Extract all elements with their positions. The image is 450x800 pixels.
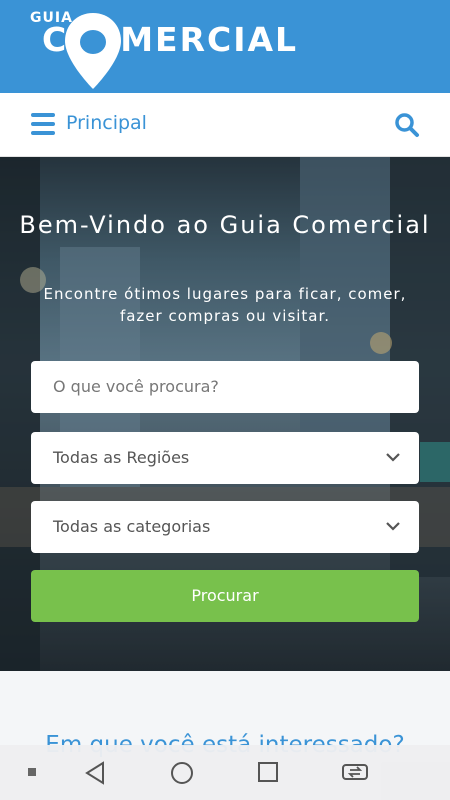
hero-title: Bem-Vindo ao Guia Comercial bbox=[19, 211, 431, 239]
navigation-bar: Principal bbox=[0, 93, 450, 157]
search-field[interactable] bbox=[31, 361, 419, 413]
region-select[interactable]: Todas as Regiões bbox=[31, 432, 419, 484]
category-select[interactable]: Todas as categorias bbox=[31, 501, 419, 553]
dot-icon[interactable] bbox=[27, 767, 37, 777]
chevron-down-icon bbox=[386, 522, 400, 531]
chevron-down-icon bbox=[386, 453, 400, 462]
home-icon[interactable] bbox=[170, 761, 194, 785]
map-pin-icon bbox=[65, 13, 121, 89]
system-navigation-bar bbox=[0, 745, 450, 800]
hero-subtitle: Encontre ótimos lugares para ficar, come… bbox=[43, 285, 407, 325]
switch-apps-icon[interactable] bbox=[341, 761, 369, 783]
hamburger-menu-icon[interactable] bbox=[31, 113, 55, 135]
back-icon[interactable] bbox=[84, 761, 106, 785]
nav-principal-link[interactable]: Principal bbox=[66, 112, 147, 134]
recents-icon[interactable] bbox=[257, 761, 279, 783]
hero-section: Bem-Vindo ao Guia Comercial Encontre óti… bbox=[0, 157, 450, 671]
site-logo[interactable]: GUIA C MERCIAL bbox=[30, 6, 296, 89]
region-select-value: Todas as Regiões bbox=[53, 448, 190, 467]
brand-header: GUIA C MERCIAL bbox=[0, 0, 450, 93]
category-select-value: Todas as categorias bbox=[53, 517, 211, 536]
procurar-button[interactable]: Procurar bbox=[31, 570, 419, 622]
search-input[interactable] bbox=[53, 377, 393, 396]
search-icon[interactable] bbox=[394, 112, 420, 138]
logo-letters-rest: MERCIAL bbox=[120, 20, 299, 59]
